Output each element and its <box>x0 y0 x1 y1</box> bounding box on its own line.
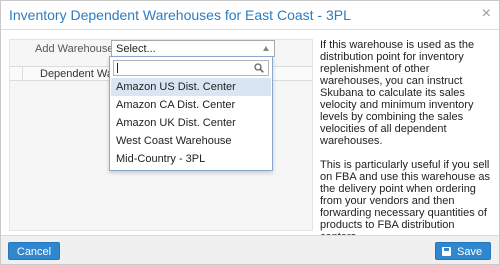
add-warehouse-label: Add Warehouse: <box>35 43 117 55</box>
save-button[interactable]: Save <box>435 242 491 260</box>
dropdown-option[interactable]: Amazon UK Dist. Center <box>111 114 271 132</box>
dropdown-option[interactable]: Amazon CA Dist. Center <box>111 96 271 114</box>
cancel-button[interactable]: Cancel <box>8 242 60 260</box>
dialog-title: Inventory Dependent Warehouses for East … <box>9 7 351 23</box>
dialog-header: Inventory Dependent Warehouses for East … <box>1 1 499 30</box>
dropdown-option[interactable]: West Coast Warehouse <box>111 132 271 150</box>
dropdown-search[interactable] <box>113 60 269 76</box>
select-value: Select... <box>116 43 156 55</box>
save-button-label: Save <box>457 246 483 258</box>
dropdown-option[interactable]: Mid-Country - 3PL <box>111 150 271 168</box>
caret-up-icon <box>263 46 269 51</box>
help-paragraph: If this warehouse is used as the distrib… <box>320 39 475 147</box>
dialog-footer: Cancel Save <box>1 235 499 264</box>
dropdown-option[interactable]: Amazon US Dist. Center <box>111 78 271 96</box>
dropdown-search-input[interactable] <box>116 62 250 74</box>
add-warehouse-select[interactable]: Select... <box>111 40 275 57</box>
search-icon <box>254 63 264 73</box>
text-cursor <box>117 63 118 73</box>
close-icon[interactable]: × <box>482 6 491 22</box>
warehouse-dropdown: Amazon US Dist. Center Amazon CA Dist. C… <box>109 56 273 171</box>
save-icon <box>442 247 451 256</box>
column-divider <box>22 67 23 81</box>
help-text: If this warehouse is used as the distrib… <box>320 39 492 243</box>
dependent-warehouses-dialog: Inventory Dependent Warehouses for East … <box>0 0 500 265</box>
help-paragraph: This is particularly useful if you sell … <box>320 159 490 243</box>
